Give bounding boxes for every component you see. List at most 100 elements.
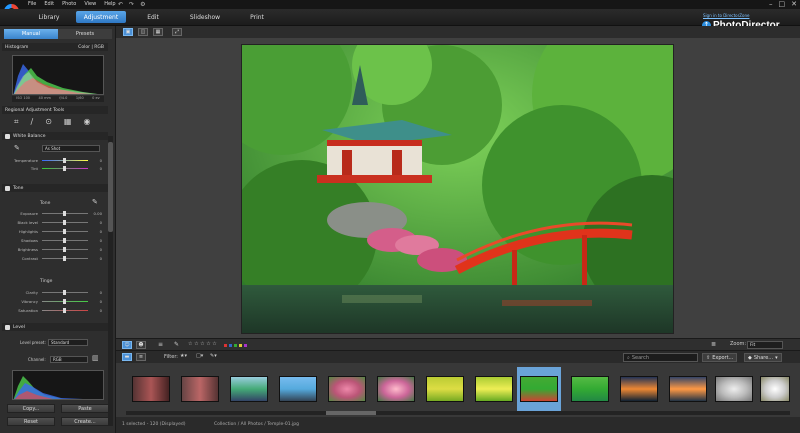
histogram-mode[interactable]: Color | RGB: [78, 45, 104, 50]
menu-edit[interactable]: Edit: [44, 1, 54, 7]
menu-help[interactable]: Help: [104, 1, 115, 7]
view-toolbar: ▣ ◫ ▦ ⤢: [116, 26, 800, 38]
search-input[interactable]: ⌕ Search: [623, 353, 698, 362]
rating-stars[interactable]: ☆ ☆ ☆ ☆ ☆: [188, 341, 217, 347]
edit-icon[interactable]: ✎: [174, 341, 179, 348]
filmstrip-thumbnail[interactable]: [374, 367, 418, 411]
label-green[interactable]: [234, 344, 237, 347]
eyedropper-icon[interactable]: ✎: [14, 144, 20, 152]
filmstrip-thumbnail[interactable]: [617, 367, 661, 411]
view-fullscreen-icon[interactable]: ⤢: [172, 28, 182, 36]
mode-tab-library[interactable]: Library: [24, 11, 74, 23]
slider-highlights[interactable]: Highlights 0: [4, 228, 110, 235]
slider-saturation[interactable]: Saturation 0: [4, 307, 110, 314]
tab-presets[interactable]: Presets: [58, 29, 112, 39]
filmstrip-scrollbar[interactable]: [126, 411, 790, 415]
list-view-icon[interactable]: ≡: [136, 353, 146, 361]
spot-tool-icon[interactable]: ⊙: [45, 117, 52, 127]
brush-tool-icon[interactable]: ∕: [31, 117, 34, 127]
tone-picker-icon[interactable]: ✎: [92, 198, 98, 206]
menu-file[interactable]: File: [28, 1, 36, 7]
view-loupe-icon[interactable]: ▣: [123, 28, 133, 36]
slider-tint[interactable]: Tint 0: [4, 165, 110, 172]
filmstrip: [116, 363, 800, 417]
filmstrip-view-icon[interactable]: ▬: [122, 353, 132, 361]
filmstrip-thumbnail[interactable]: [753, 367, 797, 411]
person-view-icon[interactable]: ☺: [122, 341, 132, 349]
menu-photo[interactable]: Photo: [62, 1, 76, 7]
menu-view[interactable]: View: [84, 1, 96, 7]
filmstrip-thumbnail[interactable]: [178, 367, 222, 411]
minimize-icon[interactable]: –: [769, 0, 773, 8]
export-label: Export...: [712, 354, 734, 361]
adjustment-panel: Manual Presets Histogram Color | RGB ISO…: [0, 26, 116, 433]
filter-flag-icon[interactable]: □▾: [196, 353, 203, 359]
panel-scrollbar[interactable]: [108, 136, 113, 426]
filmstrip-thumbnail[interactable]: [472, 367, 516, 411]
slider-black-level[interactable]: Black level 0: [4, 219, 110, 226]
slider-shadows[interactable]: Shadows 0: [4, 237, 110, 244]
undo-icon[interactable]: ↶: [118, 1, 123, 8]
people-view-icon[interactable]: ☻: [136, 341, 146, 349]
filmstrip-thumbnail-selected[interactable]: [517, 367, 561, 411]
view-compare-icon[interactable]: ◫: [138, 28, 148, 36]
label-red[interactable]: [224, 344, 227, 347]
filter-color-icon[interactable]: ✎▾: [210, 353, 217, 359]
slider-label: Contrast: [21, 256, 38, 261]
slider-label: Black level: [17, 220, 38, 225]
exif-focal: 40 mm: [38, 96, 51, 100]
mode-tab-edit[interactable]: Edit: [128, 11, 178, 23]
filmstrip-thumbnail[interactable]: [568, 367, 612, 411]
filmstrip-thumbnail[interactable]: [276, 367, 320, 411]
level-preset-dropdown[interactable]: Standard: [48, 339, 88, 346]
filmstrip-thumbnail[interactable]: [129, 367, 173, 411]
signin-link[interactable]: Sign in to DirectorZone: [703, 13, 749, 18]
slider-contrast[interactable]: Contrast 0: [4, 255, 110, 262]
filmstrip-thumbnail[interactable]: [423, 367, 467, 411]
slider-brightness[interactable]: Brightness 0: [4, 246, 110, 253]
filmstrip-thumbnail[interactable]: [325, 367, 369, 411]
redo-icon[interactable]: ↷: [129, 1, 134, 8]
slider-vibrancy[interactable]: Vibrancy 0: [4, 298, 110, 305]
regional-tools-title: Regional Adjustment Tools: [5, 107, 65, 113]
gradient-tool-icon[interactable]: ▦: [64, 117, 72, 127]
view-grid-icon[interactable]: ▦: [153, 28, 163, 36]
white-balance-dropdown[interactable]: As Shot: [42, 145, 100, 152]
info-toggle-icon[interactable]: ≣: [711, 341, 716, 348]
channel-dropdown[interactable]: RGB: [50, 356, 88, 363]
settings-icon[interactable]: ⚙: [140, 1, 145, 8]
slider-clarity[interactable]: Clarity 0: [4, 289, 110, 296]
paste-button[interactable]: Paste: [61, 404, 109, 413]
eye-tool-icon[interactable]: ◉: [83, 117, 90, 127]
level-checkbox[interactable]: [5, 324, 10, 330]
export-button[interactable]: ⇪ Export...: [702, 353, 738, 362]
level-histogram-icon[interactable]: ▥: [92, 354, 99, 362]
mode-tab-print[interactable]: Print: [232, 11, 282, 23]
label-purple[interactable]: [244, 344, 247, 347]
slider-exposure[interactable]: Exposure 0.00: [4, 210, 110, 217]
slider-label: Temperature: [13, 158, 38, 163]
close-icon[interactable]: ✕: [791, 0, 797, 8]
share-button[interactable]: ◆ Share... ▾: [744, 353, 782, 362]
tone-subheading: Tone: [40, 201, 51, 206]
tone-checkbox[interactable]: [5, 185, 10, 191]
filmstrip-thumbnail[interactable]: [666, 367, 710, 411]
white-balance-checkbox[interactable]: [5, 133, 10, 139]
filmstrip-thumbnail[interactable]: [712, 367, 756, 411]
reset-button[interactable]: Reset: [7, 417, 55, 426]
label-yellow[interactable]: [239, 344, 242, 347]
mode-tab-slideshow[interactable]: Slideshow: [180, 11, 230, 23]
tab-manual[interactable]: Manual: [4, 29, 58, 39]
filmstrip-thumbnail[interactable]: [227, 367, 271, 411]
crop-tool-icon[interactable]: ⌗: [14, 117, 19, 127]
sort-icon[interactable]: ≡: [158, 341, 163, 348]
filter-rating-icon[interactable]: ★▾: [180, 353, 187, 359]
zoom-dropdown[interactable]: Fit: [747, 341, 783, 349]
create-preset-button[interactable]: Create...: [61, 417, 109, 426]
label-blue[interactable]: [229, 344, 232, 347]
slider-temperature[interactable]: Temperature 0: [4, 157, 110, 164]
slider-label: Clarity: [25, 290, 38, 295]
mode-tab-adjustment[interactable]: Adjustment: [76, 11, 126, 23]
maximize-icon[interactable]: □: [779, 0, 786, 8]
copy-button[interactable]: Copy...: [7, 404, 55, 413]
